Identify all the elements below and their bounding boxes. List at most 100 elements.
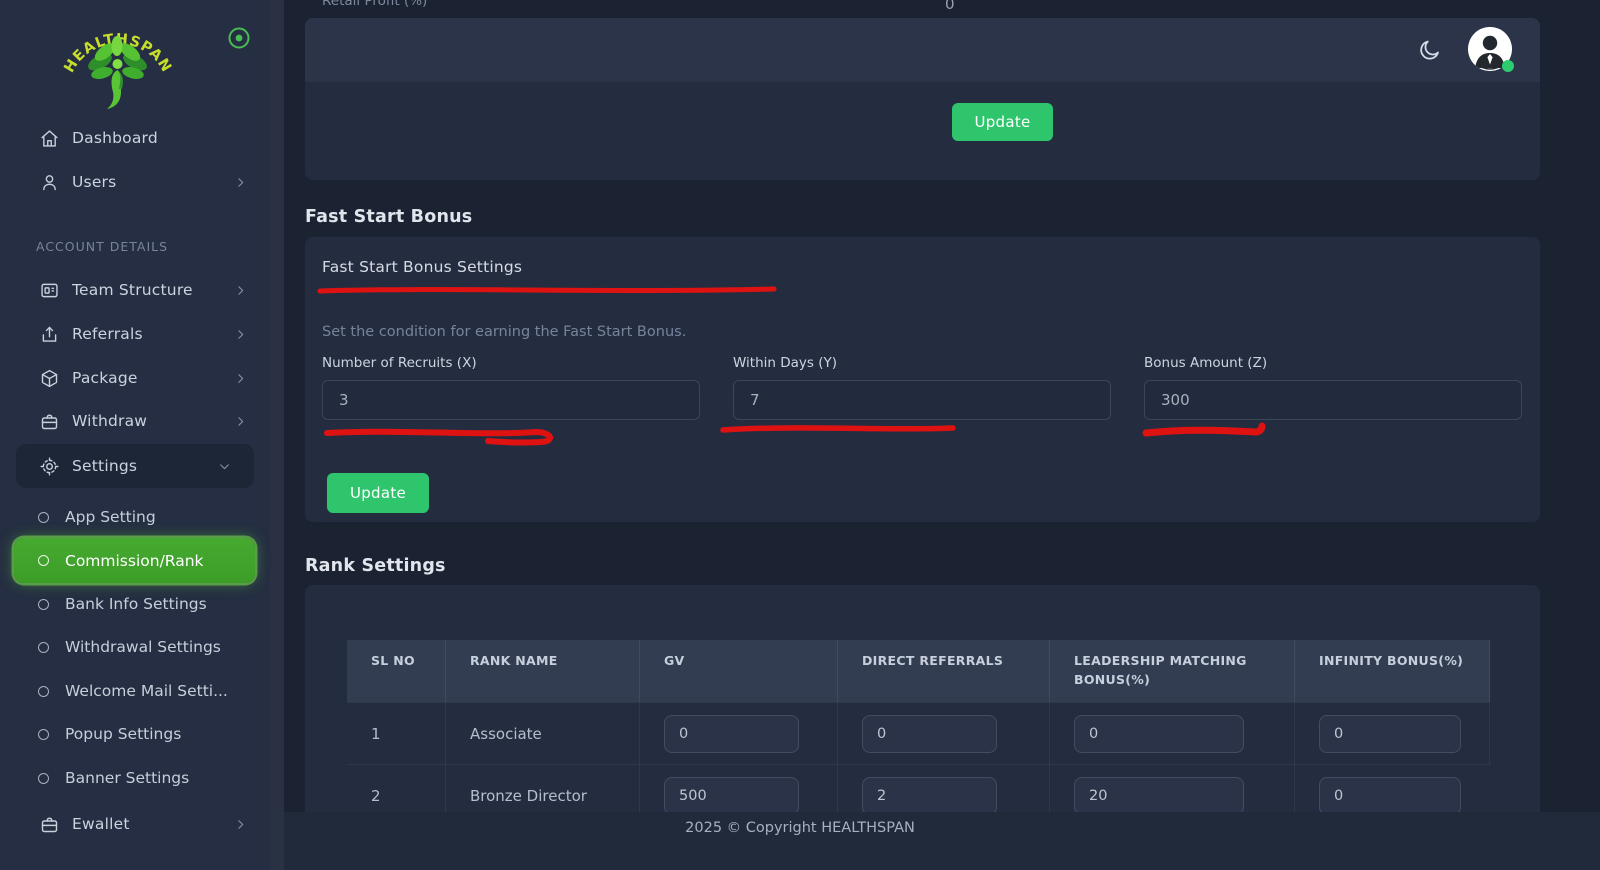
within-days-input[interactable]	[733, 380, 1111, 420]
moon-icon	[1418, 38, 1442, 62]
sidebar-subitem-welcome-mail-settings[interactable]: Welcome Mail Setti...	[0, 669, 270, 713]
dark-mode-toggle[interactable]	[1418, 38, 1442, 62]
sidebar-subitem-banner-settings[interactable]: Banner Settings	[0, 756, 270, 800]
field-number-of-recruits: Number of Recruits (X)	[322, 355, 700, 420]
row1-leadership-cell	[1050, 702, 1295, 764]
sidebar-item-withdraw[interactable]: Withdraw	[0, 399, 270, 443]
sidebar-item-referrals[interactable]: Referrals	[0, 312, 270, 356]
bonus-amount-label: Bonus Amount (Z)	[1144, 355, 1522, 371]
target-icon	[226, 25, 252, 51]
row2-direct-referrals-input[interactable]	[862, 777, 997, 815]
sidebar-item-users[interactable]: Users	[0, 160, 270, 204]
ewallet-icon	[38, 813, 60, 835]
sidebar-subitem-popup-settings[interactable]: Popup Settings	[0, 712, 270, 756]
subitem-label: App Setting	[65, 508, 156, 526]
subitem-label: Popup Settings	[65, 725, 181, 743]
sidebar-edge-strip	[270, 0, 284, 870]
number-of-recruits-input[interactable]	[322, 380, 700, 420]
retail-profit-card-partial	[305, 82, 1540, 180]
col-header-rank-name: RANK NAME	[446, 640, 640, 702]
withdraw-icon	[38, 410, 60, 432]
sidebar-pin-toggle[interactable]	[226, 25, 252, 51]
subitem-label: Bank Info Settings	[65, 595, 207, 613]
row1-infinity-bonus-input[interactable]	[1319, 715, 1461, 753]
subitem-label: Welcome Mail Setti...	[65, 682, 228, 700]
col-header-leadership-matching-bonus: LEADERSHIP MATCHING BONUS(%)	[1050, 640, 1295, 702]
bonus-amount-input[interactable]	[1144, 380, 1522, 420]
bullet-icon	[38, 686, 49, 697]
sidebar-item-dashboard[interactable]: Dashboard	[0, 116, 270, 160]
sidebar-subitem-commission-rank[interactable]: Commission/Rank	[14, 538, 255, 583]
row2-gv-input[interactable]	[664, 777, 799, 815]
rank-settings-section-title: Rank Settings	[305, 556, 446, 576]
sidebar-item-package[interactable]: Package	[0, 356, 270, 400]
fast-start-update-button[interactable]: Update	[327, 473, 429, 513]
field-within-days: Within Days (Y)	[733, 355, 1111, 420]
sidebar-item-label: Referrals	[72, 325, 143, 343]
chevron-right-icon	[234, 283, 248, 297]
rank-settings-card: SL NO RANK NAME GV DIRECT REFERRALS LEAD…	[305, 585, 1540, 812]
row1-gv-cell	[640, 702, 838, 764]
rank-settings-table: SL NO RANK NAME GV DIRECT REFERRALS LEAD…	[347, 640, 1490, 826]
sidebar-item-label: Team Structure	[72, 281, 193, 299]
clipped-retail-profit-label: Retail Profit (%)	[322, 0, 427, 9]
fast-start-bonus-description: Set the condition for earning the Fast S…	[322, 324, 686, 340]
user-icon	[38, 171, 60, 193]
team-icon	[38, 279, 60, 301]
fast-start-bonus-section-title: Fast Start Bonus	[305, 207, 472, 227]
row2-infinity-bonus-input[interactable]	[1319, 777, 1461, 815]
number-of-recruits-label: Number of Recruits (X)	[322, 355, 700, 371]
row1-direct-referrals-input[interactable]	[862, 715, 997, 753]
gear-icon	[38, 455, 60, 477]
sidebar-subitem-withdrawal-settings[interactable]: Withdrawal Settings	[0, 625, 270, 669]
sidebar-item-settings[interactable]: Settings	[16, 444, 254, 488]
subitem-label: Withdrawal Settings	[65, 638, 221, 656]
fast-start-bonus-card: Fast Start Bonus Settings Set the condit…	[305, 237, 1540, 522]
online-status-dot	[1502, 60, 1514, 72]
bullet-icon	[38, 642, 49, 653]
sidebar-item-label: Dashboard	[72, 129, 158, 147]
bullet-icon	[38, 773, 49, 784]
chevron-right-icon	[234, 817, 248, 831]
healthspan-logo[interactable]: HEALTHSPAN	[55, 10, 180, 112]
retail-profit-update-button[interactable]: Update	[952, 103, 1053, 141]
sidebar-item-label: Package	[72, 369, 138, 387]
row1-leadership-bonus-input[interactable]	[1074, 715, 1244, 753]
home-icon	[38, 127, 60, 149]
package-icon	[38, 367, 60, 389]
chevron-down-icon	[218, 459, 232, 473]
field-bonus-amount: Bonus Amount (Z)	[1144, 355, 1522, 420]
col-header-gv: GV	[640, 640, 838, 702]
row1-infinity-cell	[1295, 702, 1490, 764]
row1-sl: 1	[347, 702, 446, 764]
sidebar-item-label: Ewallet	[72, 815, 130, 833]
sidebar: HEALTHSPAN Dashboard	[0, 0, 270, 870]
chevron-right-icon	[234, 371, 248, 385]
sidebar-item-label: Settings	[72, 457, 137, 475]
fast-start-bonus-card-title: Fast Start Bonus Settings	[322, 258, 522, 276]
within-days-label: Within Days (Y)	[733, 355, 1111, 371]
sidebar-item-team-structure[interactable]: Team Structure	[0, 268, 270, 312]
bullet-icon	[38, 599, 49, 610]
sidebar-item-label: Withdraw	[72, 412, 147, 430]
chevron-right-icon	[234, 414, 248, 428]
col-header-direct-referrals: DIRECT REFERRALS	[838, 640, 1050, 702]
chevron-right-icon	[234, 327, 248, 341]
sidebar-item-label: Users	[72, 173, 116, 191]
bullet-icon	[38, 512, 49, 523]
top-navbar	[305, 18, 1540, 82]
clipped-retail-profit-value: 0	[945, 0, 955, 13]
col-header-sl-no: SL NO	[347, 640, 446, 702]
sidebar-subitem-app-setting[interactable]: App Setting	[0, 495, 270, 539]
sidebar-subitem-bank-info-settings[interactable]: Bank Info Settings	[0, 582, 270, 626]
subitem-label: Commission/Rank	[65, 552, 204, 570]
bullet-icon	[38, 555, 49, 566]
row1-rank-name: Associate	[446, 702, 640, 764]
row1-gv-input[interactable]	[664, 715, 799, 753]
bullet-icon	[38, 729, 49, 740]
col-header-infinity-bonus: INFINITY BONUS(%)	[1295, 640, 1490, 702]
sidebar-section-account-details: ACCOUNT DETAILS	[36, 239, 168, 254]
sidebar-item-ewallet[interactable]: Ewallet	[0, 802, 270, 846]
row2-leadership-bonus-input[interactable]	[1074, 777, 1244, 815]
chevron-right-icon	[234, 175, 248, 189]
